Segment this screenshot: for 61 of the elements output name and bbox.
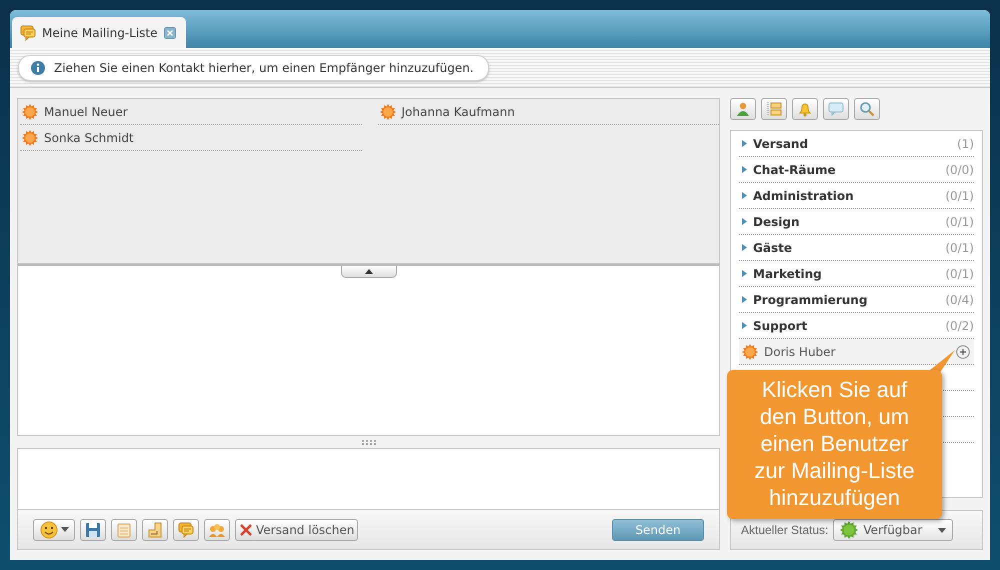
group-row[interactable]: Marketing (0/1) [739, 261, 974, 287]
expand-arrow-icon [742, 140, 747, 147]
folders-icon [766, 101, 782, 117]
tooltip: Klicken Sie auf den Button, um einen Benutzer zur Mailing-Liste hinzuzufügen [727, 370, 942, 519]
emoji-button[interactable] [33, 518, 75, 540]
expand-arrow-icon [742, 296, 747, 303]
expand-arrow-icon [742, 270, 747, 277]
people-icon [209, 522, 225, 538]
close-icon [239, 522, 253, 536]
status-icon [742, 344, 758, 360]
expand-arrow-icon [742, 244, 747, 251]
status-icon [840, 521, 858, 539]
expand-arrow-icon [742, 192, 747, 199]
status-icon [22, 104, 38, 120]
recipient-item[interactable]: Johanna Kaufmann [378, 99, 719, 125]
groups-button[interactable] [761, 98, 787, 120]
delete-button[interactable]: Versand löschen [235, 518, 358, 540]
add-icon[interactable] [956, 344, 970, 358]
resize-grip-icon[interactable] [362, 440, 376, 444]
status-label: Aktueller Status: [741, 522, 828, 539]
status-icon [380, 104, 396, 120]
group-button[interactable] [204, 518, 230, 540]
speech-bubble-icon [828, 101, 844, 117]
import-button[interactable] [142, 518, 168, 540]
recipient-item[interactable]: Sonka Schmidt [20, 125, 362, 151]
close-icon[interactable] [164, 26, 176, 38]
chat-button[interactable] [173, 518, 199, 540]
group-row[interactable]: Administration (0/1) [739, 183, 974, 209]
notifications-button[interactable] [792, 98, 818, 120]
save-button[interactable] [80, 518, 106, 540]
caret-icon [938, 528, 946, 532]
calendar-button[interactable] [111, 518, 137, 540]
smiley-icon [40, 520, 58, 538]
group-row[interactable]: Chat-Räume (0/0) [739, 157, 974, 183]
group-row[interactable]: Design (0/1) [739, 209, 974, 235]
collapse-handle[interactable] [340, 266, 396, 278]
group-row[interactable]: Versand (1) [739, 131, 974, 157]
group-row[interactable]: Gäste (0/1) [739, 235, 974, 261]
tab[interactable]: Meine Mailing-Liste [12, 17, 186, 48]
chat-icon [178, 522, 194, 538]
messages-button[interactable] [823, 98, 849, 120]
search-icon [859, 101, 875, 117]
expand-arrow-icon [742, 166, 747, 173]
recipient-item[interactable]: Manuel Neuer [20, 99, 362, 125]
group-row[interactable]: Programmierung (0/4) [739, 287, 974, 313]
contact-row[interactable]: Doris Huber [739, 339, 974, 365]
info-message: Ziehen Sie einen Kontakt hierher, um einen Empfänger hinzuzufügen. [18, 54, 489, 80]
bell-icon [797, 101, 813, 117]
contacts-button[interactable] [730, 98, 756, 120]
expand-arrow-icon [742, 218, 747, 225]
status-icon [22, 130, 38, 146]
person-icon [735, 101, 751, 117]
calendar-icon [116, 522, 132, 538]
status-dropdown[interactable]: Verfügbar [833, 519, 954, 541]
caret-icon [60, 527, 68, 532]
caret-up-icon [364, 269, 372, 274]
search-button[interactable] [854, 98, 880, 120]
info-icon [31, 60, 45, 74]
message-input[interactable] [17, 448, 720, 510]
chat-icon [20, 24, 36, 40]
expand-arrow-icon [742, 322, 747, 329]
